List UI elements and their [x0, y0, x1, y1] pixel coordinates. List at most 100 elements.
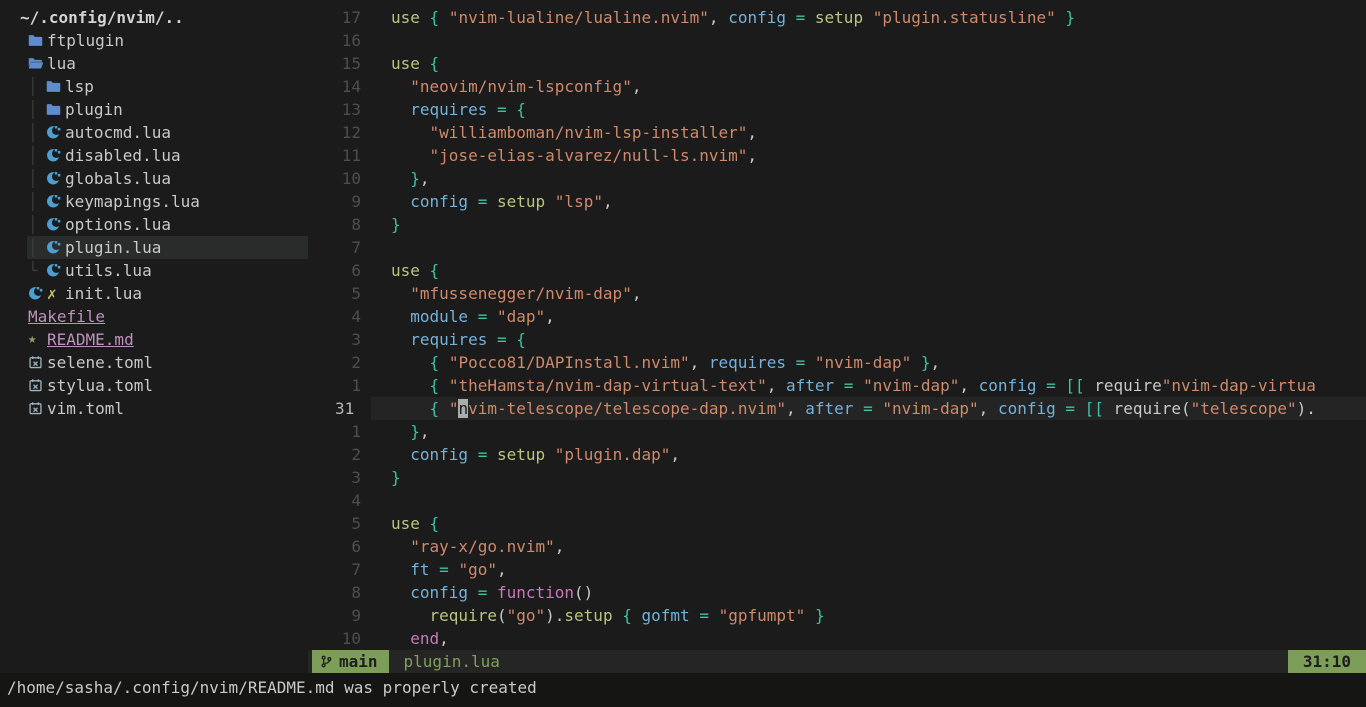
tree-root-path: ~/.config/nvim/..	[0, 6, 308, 29]
line-number: 8	[308, 581, 391, 604]
code-buffer: 17use { "nvim-lualine/lualine.nvim", con…	[308, 6, 1366, 650]
tree-item-lsp[interactable]: │lsp	[0, 75, 308, 98]
code-text: use {	[391, 512, 439, 535]
nvim-window: ~/.config/nvim/.. ftpluginlua│lsp│plugin…	[0, 0, 1366, 707]
line-number: 2	[308, 351, 391, 374]
code-line[interactable]: 16	[308, 29, 1366, 52]
line-number: 7	[308, 236, 391, 259]
line-number: 5	[308, 282, 391, 305]
code-line[interactable]: 14 "neovim/nvim-lspconfig",	[308, 75, 1366, 98]
line-number: 16	[308, 29, 391, 52]
line-number: 3	[308, 466, 391, 489]
file-tree: ~/.config/nvim/.. ftpluginlua│lsp│plugin…	[0, 0, 308, 673]
code-line[interactable]: 9 config = setup "lsp",	[308, 190, 1366, 213]
line-number: 1	[308, 374, 391, 397]
code-line[interactable]: 11 "jose-elias-alvarez/null-ls.nvim",	[308, 144, 1366, 167]
line-number: 11	[308, 144, 391, 167]
tree-indent-guide: └	[28, 259, 46, 282]
tree-indent-guide: │	[28, 190, 46, 213]
folder-icon	[46, 102, 65, 117]
code-text: requires = {	[391, 328, 526, 351]
command-line-message: /home/sasha/.config/nvim/README.md was p…	[0, 673, 1366, 707]
editor[interactable]: 17use { "nvim-lualine/lualine.nvim", con…	[308, 0, 1366, 650]
code-text: require("go").setup { gofmt = "gpfumpt" …	[391, 604, 825, 627]
code-line[interactable]: 7 ft = "go",	[308, 558, 1366, 581]
code-line[interactable]: 1 { "theHamsta/nvim-dap-virtual-text", a…	[308, 374, 1366, 397]
lua-icon	[28, 286, 47, 301]
code-line[interactable]: 4	[308, 489, 1366, 512]
tree-item-selene.toml[interactable]: selene.toml	[0, 351, 308, 374]
code-text: "jose-elias-alvarez/null-ls.nvim",	[391, 144, 757, 167]
line-number: 17	[308, 6, 391, 29]
tree-item-Makefile[interactable]: Makefile	[0, 305, 308, 328]
code-text: module = "dap",	[391, 305, 555, 328]
tree-items: ftpluginlua│lsp│plugin│autocmd.lua│disab…	[0, 29, 308, 420]
tree-item-label: disabled.lua	[65, 144, 181, 167]
tree-item-options.lua[interactable]: │options.lua	[0, 213, 308, 236]
cursor-position: 31:10	[1288, 650, 1366, 673]
code-text: },	[391, 420, 430, 443]
lua-icon	[46, 171, 65, 186]
code-line[interactable]: 1 },	[308, 420, 1366, 443]
tree-item-label: options.lua	[65, 213, 171, 236]
tree-item-README.md[interactable]: ★README.md	[0, 328, 308, 351]
code-line[interactable]: 10 },	[308, 167, 1366, 190]
code-line[interactable]: 4 module = "dap",	[308, 305, 1366, 328]
code-line[interactable]: 3}	[308, 466, 1366, 489]
code-line[interactable]: 9 require("go").setup { gofmt = "gpfumpt…	[308, 604, 1366, 627]
line-number: 9	[308, 604, 391, 627]
code-line[interactable]: 17use { "nvim-lualine/lualine.nvim", con…	[308, 6, 1366, 29]
code-line[interactable]: 2 config = setup "plugin.dap",	[308, 443, 1366, 466]
tree-item-label: lsp	[65, 75, 94, 98]
code-line[interactable]: 15use {	[308, 52, 1366, 75]
code-text: { "nvim-telescope/telescope-dap.nvim", a…	[371, 397, 1366, 420]
line-number: 6	[308, 259, 391, 282]
line-number: 1	[308, 420, 391, 443]
tree-item-vim.toml[interactable]: vim.toml	[0, 397, 308, 420]
line-number: 7	[308, 558, 391, 581]
tree-item-disabled.lua[interactable]: │disabled.lua	[0, 144, 308, 167]
main-content: ~/.config/nvim/.. ftpluginlua│lsp│plugin…	[0, 0, 1366, 673]
line-number: 3	[308, 328, 391, 351]
code-line[interactable]: 12 "williamboman/nvim-lsp-installer",	[308, 121, 1366, 144]
tree-item-ftplugin[interactable]: ftplugin	[0, 29, 308, 52]
tree-item-lua[interactable]: lua	[0, 52, 308, 75]
statusline: main plugin.lua 31:10	[308, 650, 1366, 673]
code-line[interactable]: 6 "ray-x/go.nvim",	[308, 535, 1366, 558]
tree-item-globals.lua[interactable]: │globals.lua	[0, 167, 308, 190]
lua-icon	[46, 148, 65, 163]
code-line[interactable]: 10 end,	[308, 627, 1366, 650]
lua-icon	[46, 125, 65, 140]
code-line[interactable]: 5use {	[308, 512, 1366, 535]
tree-item-keymapings.lua[interactable]: │keymapings.lua	[0, 190, 308, 213]
code-line[interactable]: 6use {	[308, 259, 1366, 282]
code-line[interactable]: 3 requires = {	[308, 328, 1366, 351]
code-line[interactable]: 7	[308, 236, 1366, 259]
tree-item-label: stylua.toml	[47, 374, 153, 397]
lua-icon	[46, 263, 65, 278]
tree-item-autocmd.lua[interactable]: │autocmd.lua	[0, 121, 308, 144]
tree-item-init.lua[interactable]: ✗init.lua	[0, 282, 308, 305]
line-number: 14	[308, 75, 391, 98]
code-text: end,	[391, 627, 449, 650]
line-number: 9	[308, 190, 391, 213]
tree-item-stylua.toml[interactable]: stylua.toml	[0, 374, 308, 397]
tree-item-utils.lua[interactable]: └utils.lua	[0, 259, 308, 282]
line-number: 5	[308, 512, 391, 535]
code-line[interactable]: 8}	[308, 213, 1366, 236]
line-number: 12	[308, 121, 391, 144]
star-icon: ★	[28, 328, 47, 351]
code-line[interactable]: 2 { "Pocco81/DAPInstall.nvim", requires …	[308, 351, 1366, 374]
tree-item-plugin[interactable]: │plugin	[0, 98, 308, 121]
code-text: { "Pocco81/DAPInstall.nvim", requires = …	[391, 351, 940, 374]
code-line[interactable]: 5 "mfussenegger/nvim-dap",	[308, 282, 1366, 305]
git-branch-icon	[320, 654, 333, 669]
code-line-current[interactable]: 31 { "nvim-telescope/telescope-dap.nvim"…	[308, 397, 1366, 420]
tree-item-plugin.lua[interactable]: │plugin.lua	[0, 236, 308, 259]
tree-item-label: globals.lua	[65, 167, 171, 190]
code-text: "williamboman/nvim-lsp-installer",	[391, 121, 757, 144]
code-line[interactable]: 13 requires = {	[308, 98, 1366, 121]
code-line[interactable]: 8 config = function()	[308, 581, 1366, 604]
code-text: "mfussenegger/nvim-dap",	[391, 282, 641, 305]
code-text: "neovim/nvim-lspconfig",	[391, 75, 641, 98]
